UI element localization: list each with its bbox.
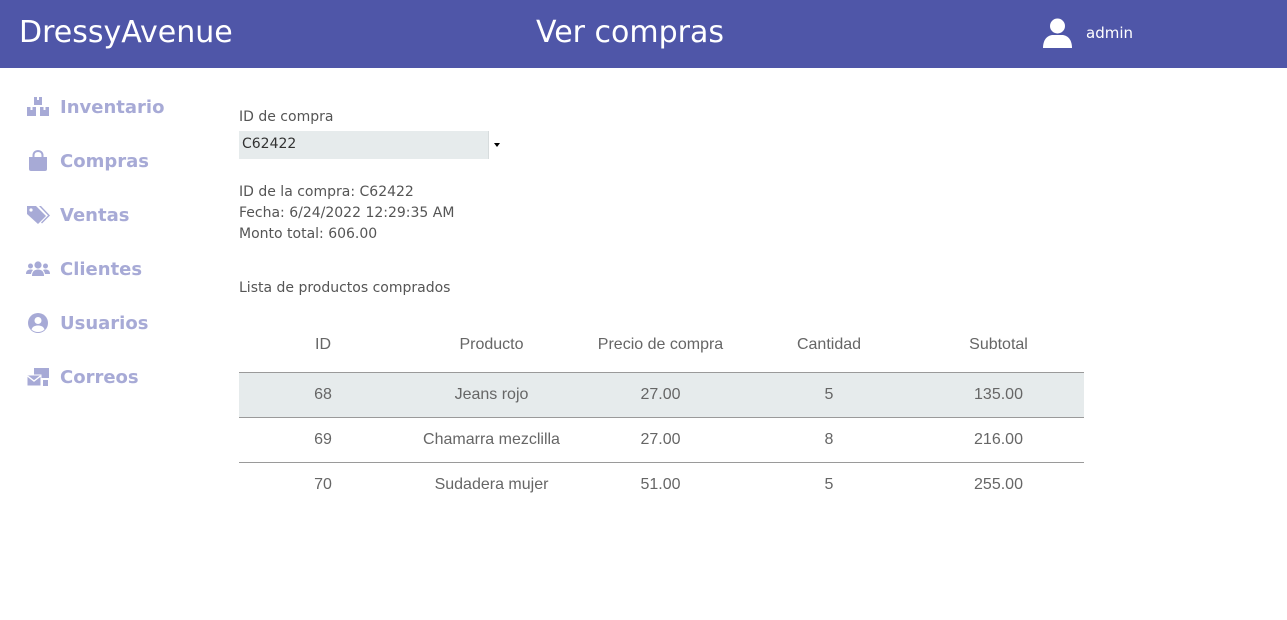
users-icon [26, 261, 50, 276]
sidebar-item-ventas[interactable]: Ventas [26, 200, 129, 230]
sidebar-item-label: Inventario [60, 96, 165, 118]
cell-cantidad: 5 [745, 372, 913, 418]
sidebar-item-inventario[interactable]: Inventario [26, 92, 164, 122]
sidebar-item-label: Clientes [60, 258, 143, 280]
sidebar-item-correos[interactable]: Correos [26, 362, 139, 392]
sidebar-item-label: Ventas [60, 204, 130, 226]
boxes-icon [27, 97, 49, 116]
cell-producto: Sudadera mujer [434, 476, 549, 493]
cell-precio: 51.00 [640, 476, 681, 493]
column-header-cantidad: Cantidad [745, 317, 913, 373]
tags-icon [27, 206, 50, 224]
user-icon [1043, 18, 1072, 48]
sidebar-item-usuarios[interactable]: Usuarios [26, 308, 148, 338]
column-header-precio: Precio de compra [576, 317, 745, 373]
purchase-id-label: ID de compra [239, 109, 334, 125]
shopping-bag-icon [29, 150, 47, 171]
cell-producto: Chamarra mezclilla [407, 417, 576, 463]
cell-precio: 27.00 [576, 372, 745, 418]
column-header-subtotal: Subtotal [913, 317, 1084, 373]
purchase-id-select[interactable]: C62422 [239, 131, 505, 159]
sidebar-item-label: Usuarios [60, 312, 149, 334]
mail-bulk-icon [26, 368, 49, 387]
purchase-id-select-value: C62422 [242, 136, 297, 152]
column-header-id: ID [239, 317, 407, 373]
cell-id: 70 [314, 476, 332, 493]
table-row[interactable]: 70 Sudadera mujer 51.00 5 255.00 [239, 463, 1084, 508]
cell-cantidad: 5 [824, 476, 834, 493]
top-bar: DressyAvenue Ver compras admin [0, 0, 1287, 68]
page-title: Ver compras [536, 15, 724, 50]
table-row[interactable]: 69 Chamarra mezclilla 27.00 8 216.00 [239, 417, 1084, 463]
dropdown-button[interactable] [488, 131, 505, 159]
cell-subtotal: 255.00 [974, 476, 1023, 493]
sidebar-item-label: Correos [60, 366, 139, 388]
column-header-producto: Producto [407, 317, 576, 373]
cell-subtotal: 135.00 [913, 372, 1084, 418]
cell-producto: Jeans rojo [407, 372, 576, 418]
sidebar-item-compras[interactable]: Compras [26, 146, 149, 176]
user-menu[interactable]: admin [1042, 18, 1133, 48]
table-header-row: ID Producto Precio de compra Cantidad Su… [239, 317, 1084, 373]
user-circle-icon [28, 313, 48, 333]
caret-down-icon [494, 143, 500, 147]
sidebar-item-label: Compras [60, 150, 149, 172]
cell-id: 69 [239, 417, 407, 463]
table-row[interactable]: 68 Jeans rojo 27.00 5 135.00 [239, 372, 1084, 418]
products-list-title: Lista de productos comprados [239, 280, 451, 296]
purchase-date-info: Fecha: 6/24/2022 12:29:35 AM [239, 205, 455, 221]
purchase-total-info: Monto total: 606.00 [239, 226, 378, 242]
purchase-id-info: ID de la compra: C62422 [239, 184, 414, 200]
cell-subtotal: 216.00 [913, 417, 1084, 463]
sidebar-item-clientes[interactable]: Clientes [26, 254, 142, 284]
brand-logo[interactable]: DressyAvenue [19, 14, 233, 52]
cell-precio: 27.00 [576, 417, 745, 463]
cell-id: 68 [239, 372, 407, 418]
username-label: admin [1086, 24, 1133, 42]
products-table: ID Producto Precio de compra Cantidad Su… [239, 317, 1084, 507]
cell-cantidad: 8 [745, 417, 913, 463]
